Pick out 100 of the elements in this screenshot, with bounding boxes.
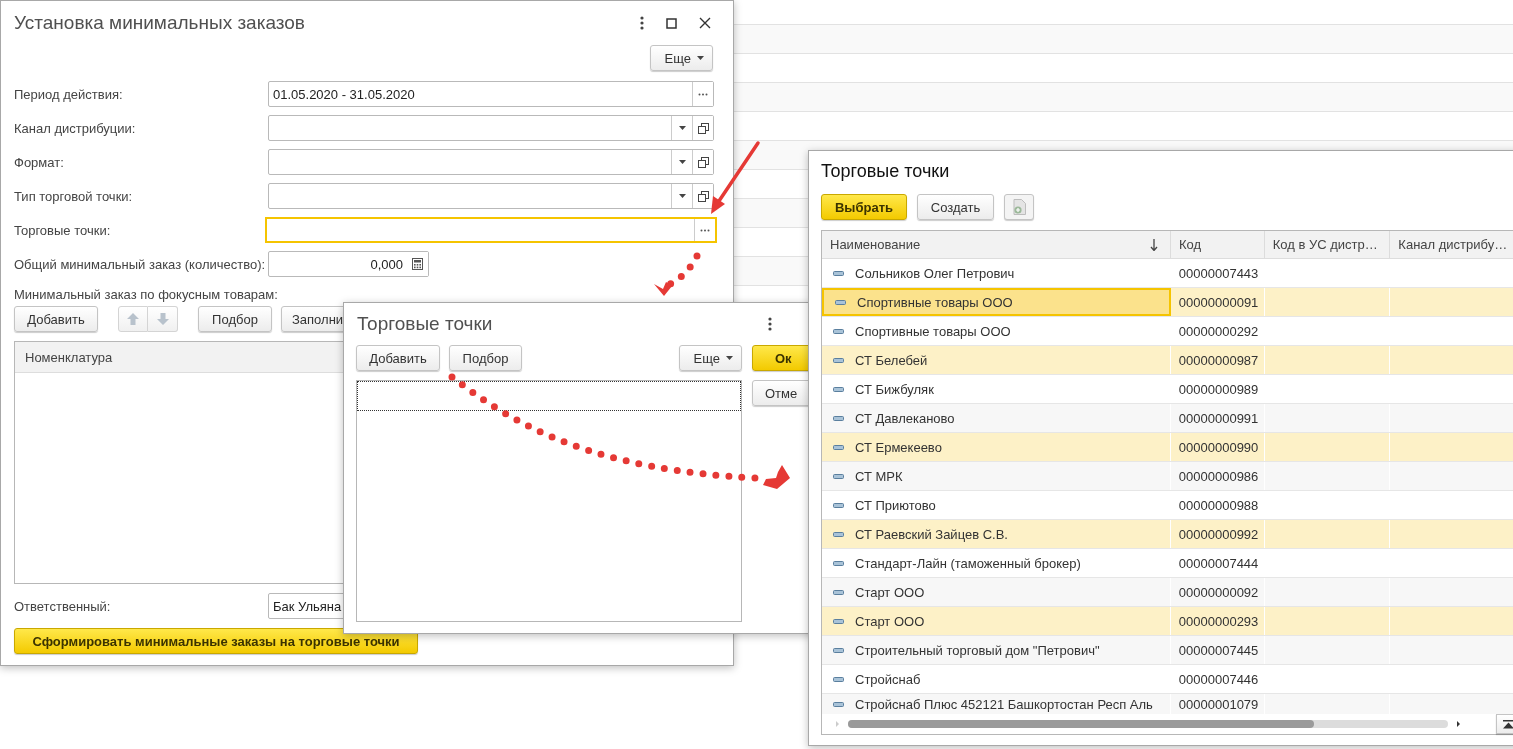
- table-cell[interactable]: СТ Бижбуляк: [822, 375, 1171, 403]
- table-cell[interactable]: Стройснаб: [822, 665, 1171, 693]
- column-header[interactable]: Номенклатура: [15, 342, 123, 372]
- table-cell[interactable]: Стандарт-Лайн (таможенный брокер): [822, 549, 1171, 577]
- table-cell: 00000000293: [1170, 607, 1265, 635]
- create-button[interactable]: Создать: [917, 194, 994, 220]
- table-row[interactable]: СТ Давлеканово 00000000991: [822, 404, 1513, 433]
- cell-text: Строительный торговый дом "Петрович": [855, 642, 1100, 658]
- item-icon: [833, 473, 844, 479]
- calculator-icon: [412, 258, 423, 270]
- cell-text: Спортивные товары ООО: [855, 323, 1011, 339]
- submit-button[interactable]: Сформировать минимальные заказы на торговые точки: [14, 628, 418, 654]
- document-add-icon: [1012, 199, 1026, 215]
- table-cell[interactable]: СТ Раевский Зайцев С.В.: [822, 520, 1171, 548]
- item-icon: [833, 618, 844, 624]
- caret-icon: [697, 56, 704, 60]
- select-button[interactable]: Выбрать: [821, 194, 907, 220]
- more-button[interactable]: Еще: [649, 45, 713, 71]
- select-field[interactable]: [268, 149, 714, 175]
- column-header[interactable]: Канал дистрибу…: [1390, 231, 1513, 258]
- date-field[interactable]: 01.05.2020 - 31.05.2020: [268, 81, 714, 107]
- item-icon: [833, 357, 844, 363]
- open-button[interactable]: [692, 184, 713, 208]
- table-row[interactable]: СТ МРК 00000000986: [822, 462, 1513, 491]
- window-title: Торговые точки: [821, 161, 951, 183]
- section-label: Минимальный заказ по фокусным товарам:: [13, 286, 279, 304]
- table-cell: 00000000992: [1170, 520, 1265, 548]
- item-icon: [833, 676, 844, 682]
- table-cell: 00000000988: [1170, 491, 1265, 519]
- cell-text: Спортивные товары ООО: [857, 294, 1013, 310]
- item-icon: [833, 386, 844, 392]
- table-row[interactable]: Старт ООО 00000000293: [822, 607, 1513, 636]
- field-label: Период действия:: [14, 86, 124, 102]
- table-cell[interactable]: Стройснаб Плюс 452121 Башкортостан Респ Аль: [822, 694, 1171, 714]
- ellipsis-icon: [698, 92, 708, 96]
- column-header[interactable]: Код: [1170, 231, 1265, 258]
- number-field[interactable]: 0,000: [268, 251, 429, 277]
- field-label: Торговые точки:: [14, 222, 112, 238]
- table-row[interactable]: Спортивные товары ООО 00000000091: [822, 288, 1513, 317]
- cell-text: СТ Ермекеево: [855, 439, 942, 455]
- table-cell[interactable]: Спортивные товары ООО: [822, 288, 1171, 316]
- table-cell[interactable]: СТ МРК: [822, 462, 1171, 490]
- cell-text: СТ Давлеканово: [855, 410, 955, 426]
- select-field[interactable]: [268, 183, 714, 209]
- table-cell: 00000000091: [1170, 288, 1265, 316]
- table-cell[interactable]: СТ Ермекеево: [822, 433, 1171, 461]
- table-row[interactable]: СТ Ермекеево 00000000990: [822, 433, 1513, 462]
- cell-text: СТ Раевский Зайцев С.В.: [855, 526, 1008, 542]
- item-icon: [833, 270, 844, 276]
- table-cell[interactable]: СТ Приютово: [822, 491, 1171, 519]
- table-cell[interactable]: Строительный торговый дом "Петрович": [822, 636, 1171, 664]
- table-cell[interactable]: Сольников Олег Петрович: [822, 259, 1171, 287]
- item-icon: [833, 647, 844, 653]
- item-icon: [833, 415, 844, 421]
- toolbar-button[interactable]: Добавить: [14, 306, 98, 332]
- cell-text: СТ Приютово: [855, 497, 936, 513]
- scroll-top-button[interactable]: [1496, 714, 1513, 734]
- column-header[interactable]: Наименование: [822, 231, 1171, 258]
- table-row[interactable]: СТ Белебей 00000000987: [822, 346, 1513, 375]
- field-label: Ответственный:: [14, 598, 112, 614]
- table-row[interactable]: Стройснаб Плюс 452121 Башкортостан Респ Аль 00000001079: [822, 694, 1513, 714]
- item-icon: [835, 299, 846, 305]
- more-button[interactable]: Еще: [678, 345, 742, 371]
- table-cell: 00000000989: [1170, 375, 1265, 403]
- table-cell: 00000000292: [1170, 317, 1265, 345]
- window-title: Установка минимальных заказов: [14, 12, 305, 34]
- select-field[interactable]: [268, 115, 714, 141]
- more-icon: [640, 16, 644, 30]
- table-cell[interactable]: СТ Давлеканово: [822, 404, 1171, 432]
- down-arrow-icon: [156, 313, 169, 325]
- cell-text: СТ Белебей: [855, 352, 928, 368]
- toolbar-button[interactable]: Подбор: [198, 306, 272, 332]
- open-button[interactable]: [692, 150, 713, 174]
- caret-icon: [678, 194, 686, 198]
- choice-field[interactable]: [265, 217, 717, 243]
- caret-icon: [678, 126, 686, 130]
- cell-text: Стройснаб: [855, 671, 921, 687]
- table-row[interactable]: СТ Раевский Зайцев С.В. 00000000992: [822, 520, 1513, 549]
- open-button[interactable]: [692, 116, 713, 140]
- table-cell: 00000000987: [1170, 346, 1265, 374]
- table-cell: 00000007446: [1170, 665, 1265, 693]
- toolbar-button[interactable]: Добавить: [356, 345, 440, 371]
- field-label: Формат:: [14, 154, 65, 170]
- table-cell: 00000007443: [1170, 259, 1265, 287]
- toolbar-button[interactable]: Подбор: [449, 345, 522, 371]
- table-cell[interactable]: Старт ООО: [822, 578, 1171, 606]
- scroll-top-icon: [1502, 719, 1513, 729]
- open-icon: [697, 122, 709, 134]
- table-cell[interactable]: Старт ООО: [822, 607, 1171, 635]
- table-cell[interactable]: Спортивные товары ООО: [822, 317, 1171, 345]
- table-row[interactable]: [357, 381, 741, 411]
- table-cell: 00000007445: [1170, 636, 1265, 664]
- table-row[interactable]: Строительный торговый дом "Петрович" 00000007445: [822, 636, 1513, 665]
- table-row[interactable]: Старт ООО 00000000092: [822, 578, 1513, 607]
- item-icon: [833, 531, 844, 537]
- column-header[interactable]: Код в УС дистр…: [1264, 231, 1391, 258]
- field-label: Тип торговой точки:: [14, 188, 134, 204]
- more-icon: [768, 317, 772, 331]
- table-cell[interactable]: СТ Белебей: [822, 346, 1171, 374]
- item-icon: [833, 560, 844, 566]
